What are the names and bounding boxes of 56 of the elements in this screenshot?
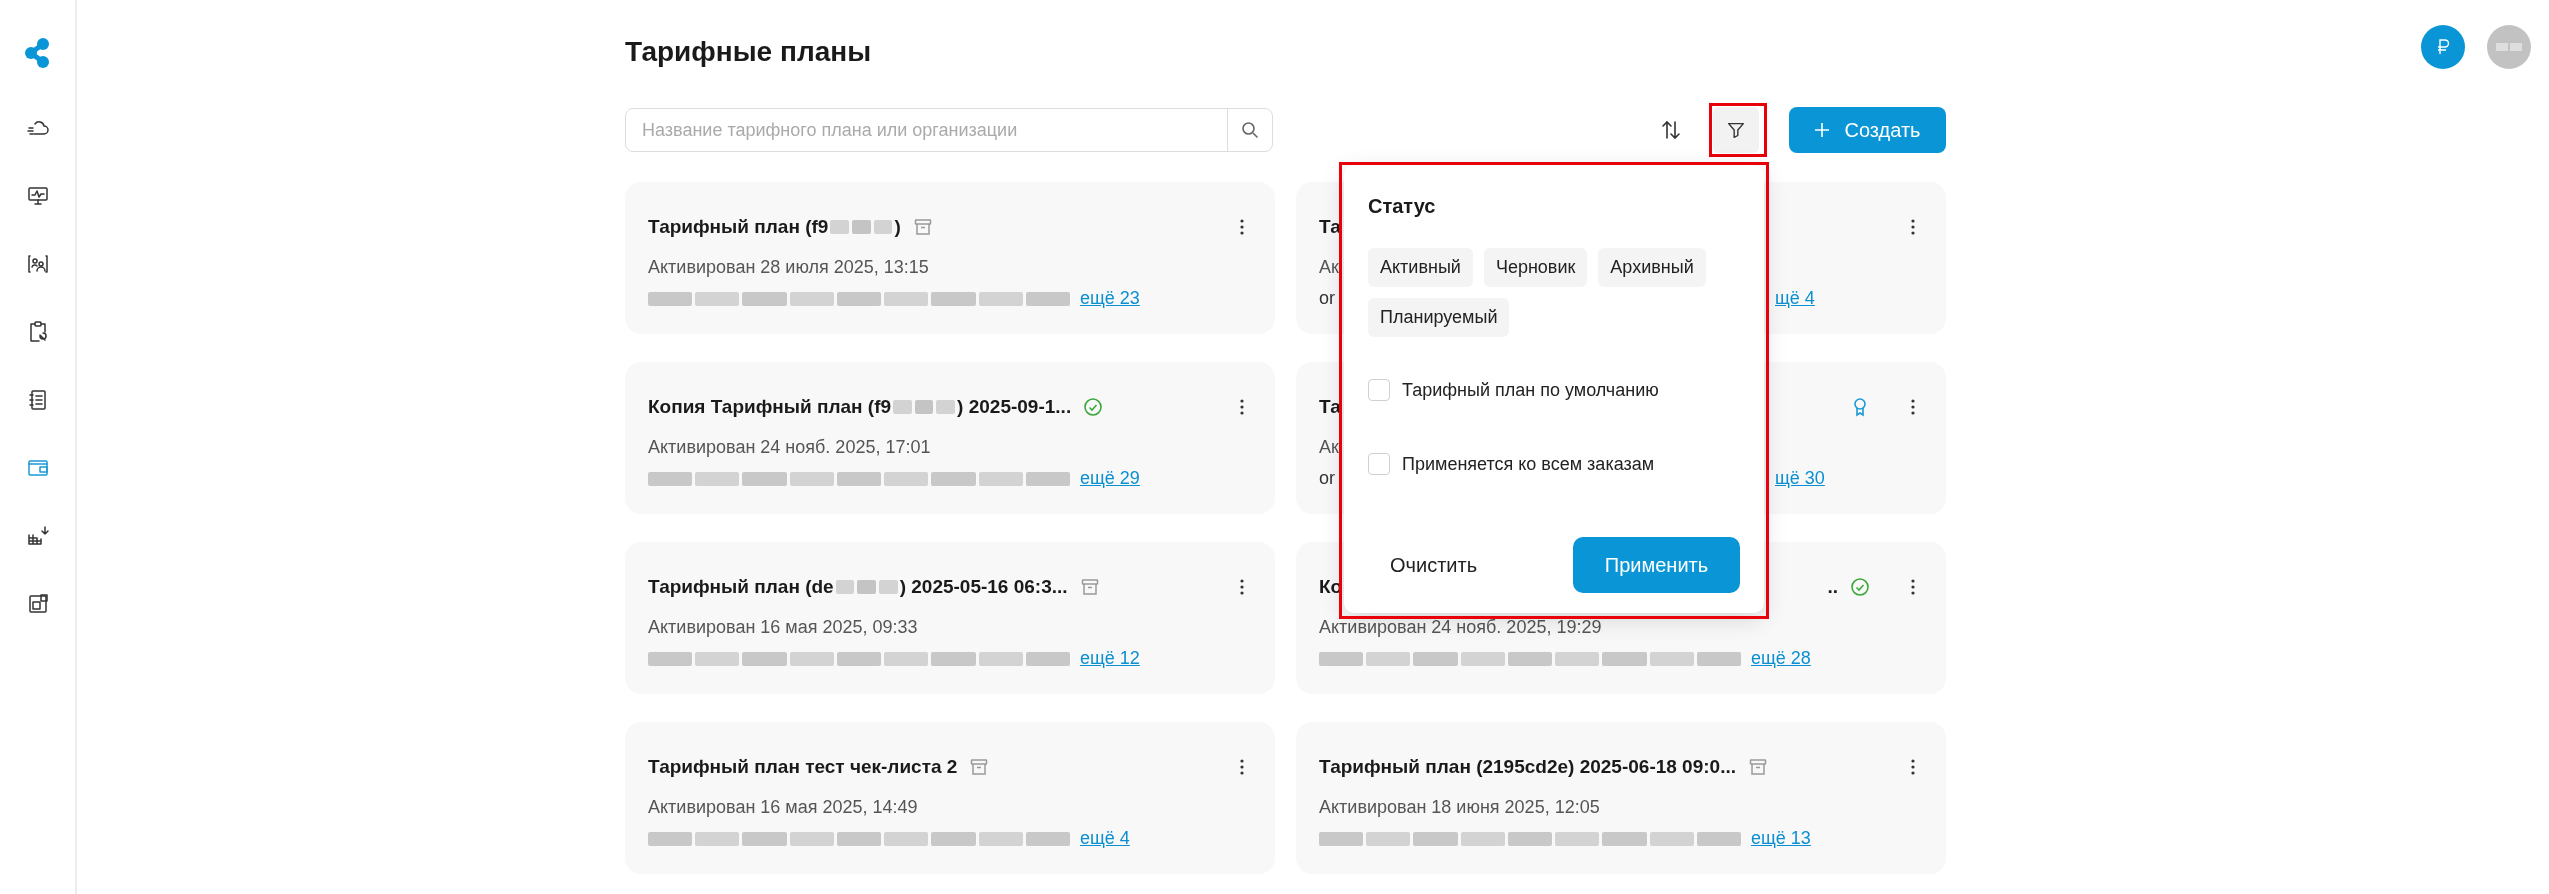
plan-title: ) 2025-05-16 06:3...	[899, 576, 1068, 598]
activation-date: Активирован 24 нояб. 2025, 19:29	[1319, 617, 1602, 638]
activation-date: Активирован 28 июля 2025, 13:15	[648, 257, 929, 278]
activation-date: Активирован 16 мая 2025, 09:33	[648, 617, 918, 638]
more-icon[interactable]	[1910, 577, 1916, 597]
page-title: Тарифные планы	[625, 35, 873, 69]
clear-button[interactable]: Очистить	[1368, 541, 1500, 589]
plan-title: )	[894, 216, 901, 238]
more-icon[interactable]	[1239, 577, 1245, 597]
more-icon[interactable]	[1239, 757, 1245, 777]
activation-date: Ак	[1319, 257, 1339, 278]
ruble-icon[interactable]	[2421, 25, 2465, 69]
activation-date: Активирован 24 нояб. 2025, 17:01	[648, 437, 931, 458]
plan-title: Копия Тарифный план (f9	[648, 396, 892, 418]
plan-title: Тарифный план (2195cd2e) 2025-06-18 09:0...	[1319, 756, 1736, 778]
activation-date: Ак	[1319, 437, 1339, 458]
check-circle-icon	[1850, 577, 1870, 597]
plan-card[interactable]: Тарифный план (f9 ) Активирован 28 июля 2025, 13:15 ещё 23	[625, 182, 1275, 334]
plan-card[interactable]: Копия Тарифный план (f9 ) 2025-09-1... Активирован 24 нояб. 2025, 17:01 ещё 29	[625, 362, 1275, 514]
more-icon[interactable]	[1239, 397, 1245, 417]
search-icon[interactable]	[1240, 120, 1260, 140]
plan-card[interactable]: Тарифный план (2195cd2e) 2025-06-18 09:0... Активирован 18 июня 2025, 12:05 ещё 13	[1296, 722, 1946, 874]
logo-icon[interactable]	[23, 38, 52, 68]
plan-card[interactable]: Тарифный план (de ) 2025-05-16 06:3... Активирован 16 мая 2025, 09:33 ещё 12	[625, 542, 1275, 694]
archive-icon	[1079, 577, 1100, 597]
activation-date: Активирован 18 июня 2025, 12:05	[1319, 797, 1600, 818]
more-icon[interactable]	[1910, 397, 1916, 417]
checkbox-label: Тарифный план по умолчанию	[1402, 379, 1659, 401]
check-circle-icon	[1083, 397, 1104, 417]
plan-title: ) 2025-09-1...	[957, 396, 1072, 418]
archive-icon	[912, 217, 933, 237]
plan-title: Тарифный план тест чек-листа 2	[648, 756, 958, 778]
checkbox[interactable]	[1368, 453, 1390, 475]
plan-card[interactable]: Тарифный план тест чек-листа 2 Активирован 16 мая 2025, 14:49 ещё 4	[625, 722, 1275, 874]
archive-icon	[1748, 757, 1768, 777]
users-icon[interactable]	[25, 252, 50, 276]
status-chip[interactable]: Планируемый	[1368, 298, 1510, 337]
plan-title: Тарифный план (de	[648, 576, 834, 598]
filter-button[interactable]	[1713, 107, 1759, 153]
more-icon[interactable]	[1910, 217, 1916, 237]
plan-title: ..	[1827, 576, 1838, 598]
plus-icon	[1814, 122, 1831, 138]
plan-title: Тарифный план (f9	[648, 216, 829, 238]
status-chip[interactable]: Активный	[1368, 248, 1473, 287]
activation-date: Активирован 16 мая 2025, 14:49	[648, 797, 918, 818]
more-link[interactable]: ещё 13	[1751, 828, 1811, 849]
status-chip[interactable]: Черновик	[1483, 248, 1588, 287]
archive-icon	[969, 757, 990, 777]
more-icon[interactable]	[1239, 217, 1245, 237]
monitor-icon[interactable]	[25, 184, 50, 208]
sort-icon[interactable]	[1659, 118, 1683, 142]
checkbox[interactable]	[1368, 379, 1390, 401]
chart-icon[interactable]	[25, 524, 50, 548]
status-chip[interactable]: Архивный	[1598, 248, 1706, 287]
more-icon[interactable]	[1910, 757, 1916, 777]
filter-heading: Статус	[1368, 195, 1437, 218]
